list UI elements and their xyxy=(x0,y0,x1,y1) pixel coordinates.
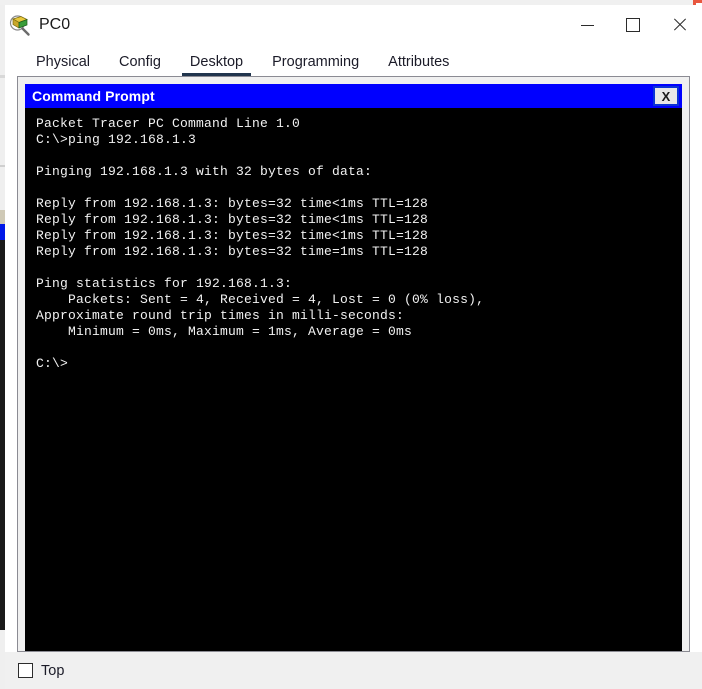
desktop-content-panel: Command Prompt X Packet Tracer PC Comman… xyxy=(17,76,690,652)
command-prompt-window: Command Prompt X Packet Tracer PC Comman… xyxy=(25,84,682,651)
command-prompt-title: Command Prompt xyxy=(32,88,155,104)
terminal-line: Reply from 192.168.1.3: bytes=32 time=1m… xyxy=(36,244,429,259)
maximize-icon xyxy=(626,18,640,32)
window-controls xyxy=(564,5,702,45)
terminal-line: Minimum = 0ms, Maximum = 1ms, Average = … xyxy=(36,324,413,339)
tab-attributes[interactable]: Attributes xyxy=(376,54,461,76)
window-titlebar: PC0 xyxy=(5,5,702,45)
tab-bar: Physical Config Desktop Programming Attr… xyxy=(5,45,702,76)
terminal-line: Ping statistics for 192.168.1.3: xyxy=(36,276,293,291)
terminal-line: C:\>ping 192.168.1.3 xyxy=(36,132,197,147)
minimize-button[interactable] xyxy=(564,5,610,45)
terminal-line: Reply from 192.168.1.3: bytes=32 time<1m… xyxy=(36,212,429,227)
pc0-window: PC0 Physical Config Desktop Programming … xyxy=(5,5,702,689)
window-title: PC0 xyxy=(39,16,71,33)
top-checkbox-label: Top xyxy=(41,662,65,679)
command-prompt-titlebar: Command Prompt X xyxy=(25,84,682,108)
command-prompt-close-button[interactable]: X xyxy=(653,86,679,106)
terminal-line: Packet Tracer PC Command Line 1.0 xyxy=(36,116,301,131)
minimize-icon xyxy=(580,24,594,26)
terminal-line: Packets: Sent = 4, Received = 4, Lost = … xyxy=(36,292,485,307)
top-checkbox-row[interactable]: Top xyxy=(18,663,64,679)
maximize-button[interactable] xyxy=(610,5,656,45)
tab-desktop[interactable]: Desktop xyxy=(178,54,255,76)
terminal-output[interactable]: Packet Tracer PC Command Line 1.0 C:\>pi… xyxy=(25,108,682,651)
tab-physical[interactable]: Physical xyxy=(24,54,102,76)
terminal-line: C:\> xyxy=(36,356,69,371)
close-icon xyxy=(672,18,686,32)
window-footer: Top xyxy=(5,652,702,689)
tab-config[interactable]: Config xyxy=(107,54,173,76)
terminal-line: Reply from 192.168.1.3: bytes=32 time<1m… xyxy=(36,196,429,211)
close-button[interactable] xyxy=(656,5,702,45)
tab-programming[interactable]: Programming xyxy=(260,54,371,76)
top-checkbox[interactable] xyxy=(18,663,33,678)
terminal-line: Approximate round trip times in milli-se… xyxy=(36,308,405,323)
terminal-line: Pinging 192.168.1.3 with 32 bytes of dat… xyxy=(36,164,373,179)
terminal-line: Reply from 192.168.1.3: bytes=32 time<1m… xyxy=(36,228,429,243)
packet-tracer-pc-icon xyxy=(8,13,32,37)
